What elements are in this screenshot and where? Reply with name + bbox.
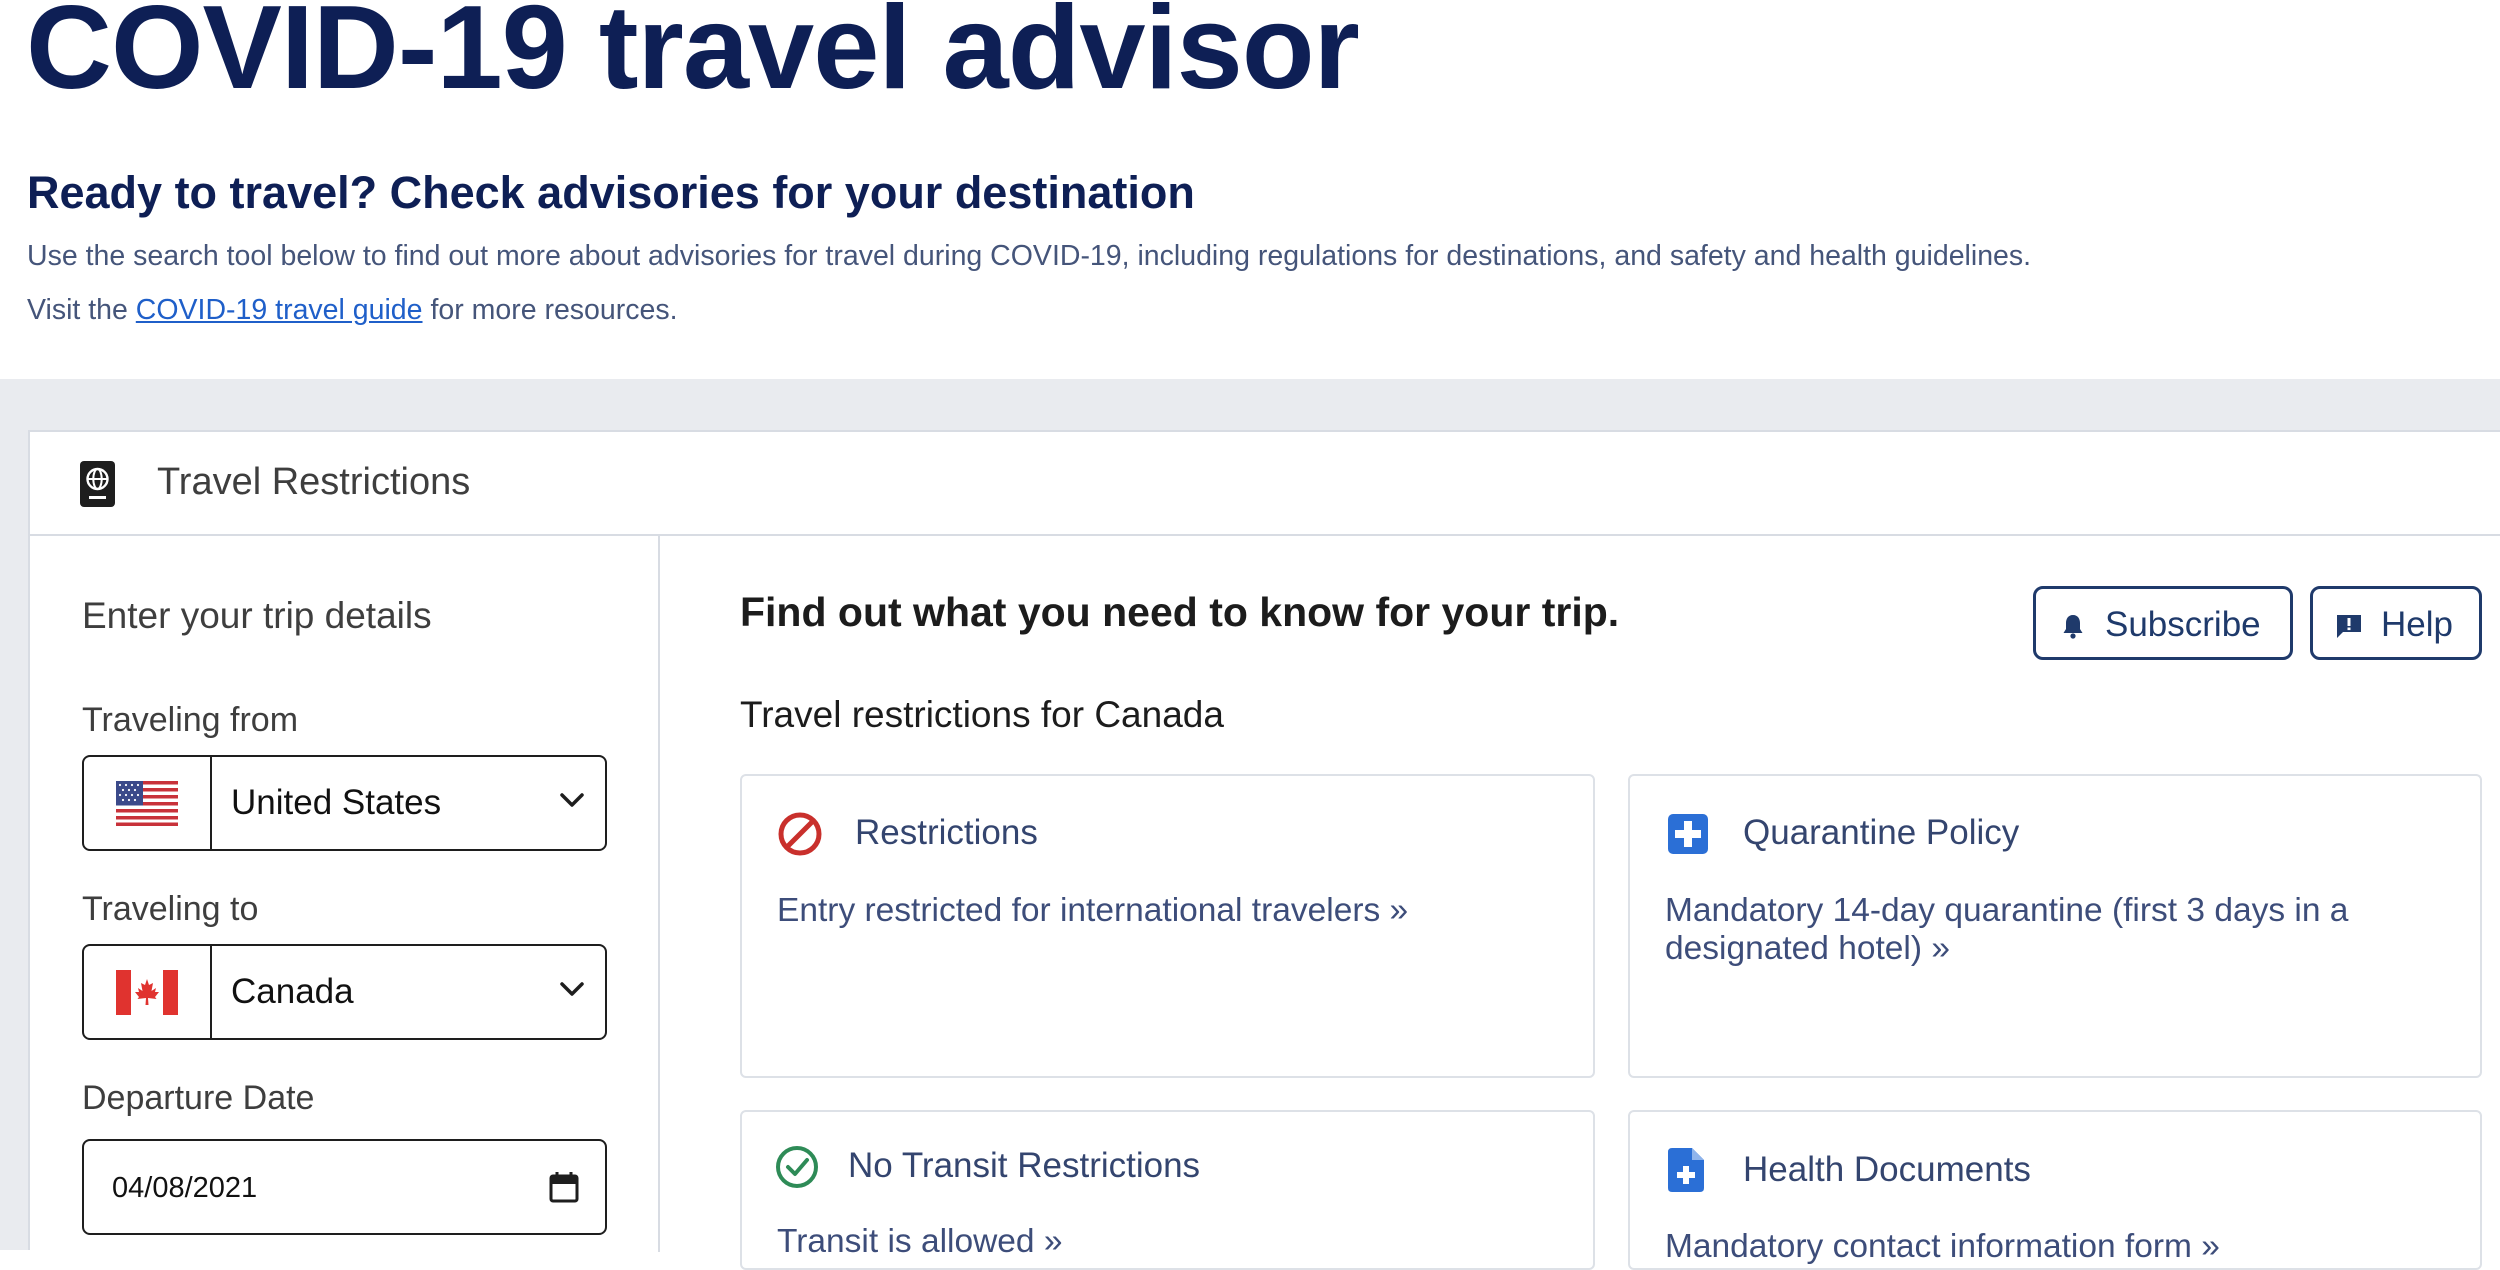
to-flag-cell bbox=[84, 946, 212, 1038]
traveling-to-label: Traveling to bbox=[82, 890, 259, 928]
transit-card[interactable]: No Transit Restrictions Transit is allow… bbox=[740, 1110, 1595, 1270]
chevron-down-icon bbox=[560, 793, 584, 807]
subscribe-button[interactable]: Subscribe bbox=[2033, 586, 2293, 660]
health-documents-detail-link[interactable]: Mandatory contact information form » bbox=[1665, 1228, 2465, 1266]
intro-text: Use the search tool below to find out mo… bbox=[27, 240, 2032, 272]
transit-detail-link[interactable]: Transit is allowed » bbox=[777, 1223, 1577, 1261]
quarantine-policy-detail-link[interactable]: Mandatory 14-day quarantine (first 3 day… bbox=[1665, 892, 2425, 968]
destination-restrictions-heading: Travel restrictions for Canada bbox=[740, 694, 1224, 735]
departure-date-value: 04/08/2021 bbox=[112, 1172, 258, 1204]
calendar-icon[interactable] bbox=[549, 1171, 579, 1203]
card-header: Travel Restrictions bbox=[30, 432, 2500, 536]
restrictions-detail-link[interactable]: Entry restricted for international trave… bbox=[777, 892, 1577, 930]
feedback-icon bbox=[2337, 615, 2361, 638]
traveling-to-select[interactable]: Canada bbox=[82, 944, 607, 1040]
results-heading: Find out what you need to know for your … bbox=[740, 589, 1620, 635]
departure-date-input[interactable]: 04/08/2021 bbox=[82, 1139, 607, 1235]
help-label: Help bbox=[2381, 605, 2453, 644]
card-title: Travel Restrictions bbox=[157, 461, 471, 503]
to-country-value: Canada bbox=[231, 972, 354, 1011]
restrictions-card[interactable]: Restrictions Entry restricted for intern… bbox=[740, 774, 1595, 1078]
transit-title: No Transit Restrictions bbox=[848, 1146, 1201, 1185]
trip-details-panel: Enter your trip details Traveling from U… bbox=[30, 536, 660, 1252]
bell-icon bbox=[2063, 615, 2083, 639]
quarantine-policy-title: Quarantine Policy bbox=[1743, 813, 2020, 852]
help-button[interactable]: Help bbox=[2310, 586, 2482, 660]
subscribe-label: Subscribe bbox=[2105, 605, 2261, 644]
traveling-from-label: Traveling from bbox=[82, 701, 299, 739]
travel-restrictions-card: Travel Restrictions Enter your trip deta… bbox=[28, 430, 2500, 1270]
quarantine-policy-card[interactable]: Quarantine Policy Mandatory 14-day quara… bbox=[1628, 774, 2482, 1078]
canada-flag-icon bbox=[116, 970, 178, 1015]
health-documents-card[interactable]: Health Documents Mandatory contact infor… bbox=[1628, 1110, 2482, 1270]
visit-suffix: for more resources. bbox=[430, 294, 678, 326]
departure-date-label: Departure Date bbox=[82, 1079, 315, 1117]
restrictions-title: Restrictions bbox=[855, 813, 1038, 852]
check-circle-icon bbox=[776, 1146, 818, 1188]
medical-cross-icon bbox=[1668, 814, 1708, 854]
trip-details-heading: Enter your trip details bbox=[82, 595, 432, 636]
us-flag-icon bbox=[116, 781, 178, 826]
travel-guide-link[interactable]: COVID-19 travel guide bbox=[136, 294, 423, 326]
page-title: COVID-19 travel advisor bbox=[26, 0, 1360, 114]
passport-icon bbox=[80, 461, 115, 507]
results-panel: Find out what you need to know for your … bbox=[660, 536, 2500, 1270]
traveling-from-select[interactable]: United States bbox=[82, 755, 607, 851]
page-subheading: Ready to travel? Check advisories for yo… bbox=[27, 167, 1195, 218]
no-entry-icon bbox=[778, 812, 822, 856]
visit-line: Visit the COVID-19 travel guide for more… bbox=[27, 290, 678, 330]
health-documents-title: Health Documents bbox=[1743, 1150, 2031, 1189]
from-country-value: United States bbox=[231, 783, 442, 822]
medical-document-icon bbox=[1668, 1148, 1704, 1192]
chevron-down-icon bbox=[560, 982, 584, 996]
visit-prefix: Visit the bbox=[27, 294, 128, 326]
from-flag-cell bbox=[84, 757, 212, 849]
